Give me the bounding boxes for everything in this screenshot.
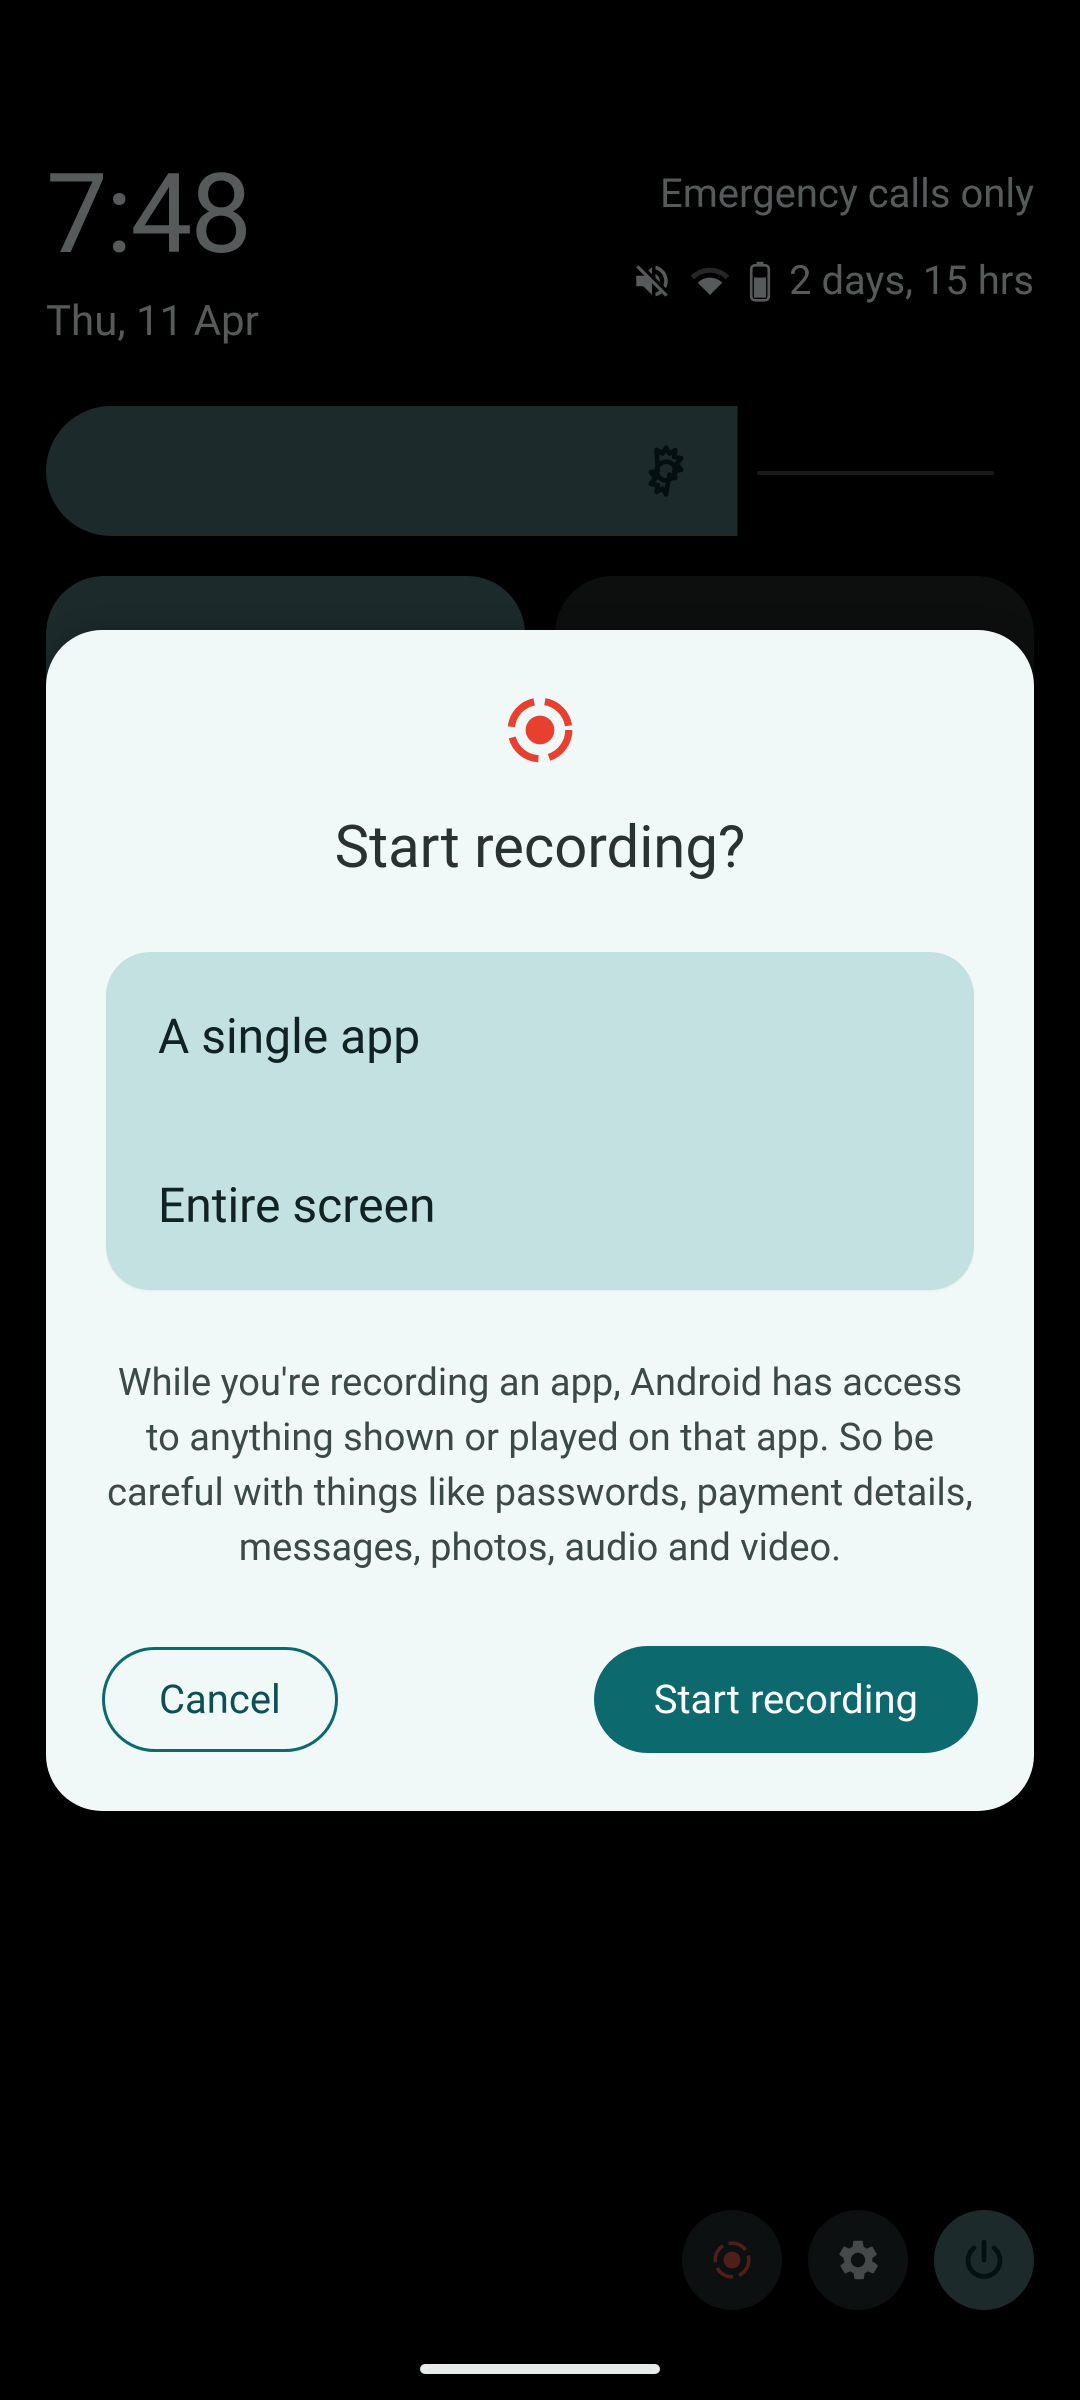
dialog-title: Start recording? [96,814,984,882]
option-entire-screen[interactable]: Entire screen [106,1121,974,1290]
record-options-group: A single app Entire screen [106,952,974,1290]
dialog-warning-text: While you're recording an app, Android h… [102,1356,978,1576]
record-icon [96,694,984,766]
start-recording-button[interactable]: Start recording [594,1646,978,1753]
navigation-handle[interactable] [420,2364,660,2374]
dialog-actions: Cancel Start recording [96,1646,984,1753]
start-recording-dialog: Start recording? A single app Entire scr… [46,630,1034,1811]
option-single-app[interactable]: A single app [106,952,974,1121]
cancel-button[interactable]: Cancel [102,1647,338,1752]
